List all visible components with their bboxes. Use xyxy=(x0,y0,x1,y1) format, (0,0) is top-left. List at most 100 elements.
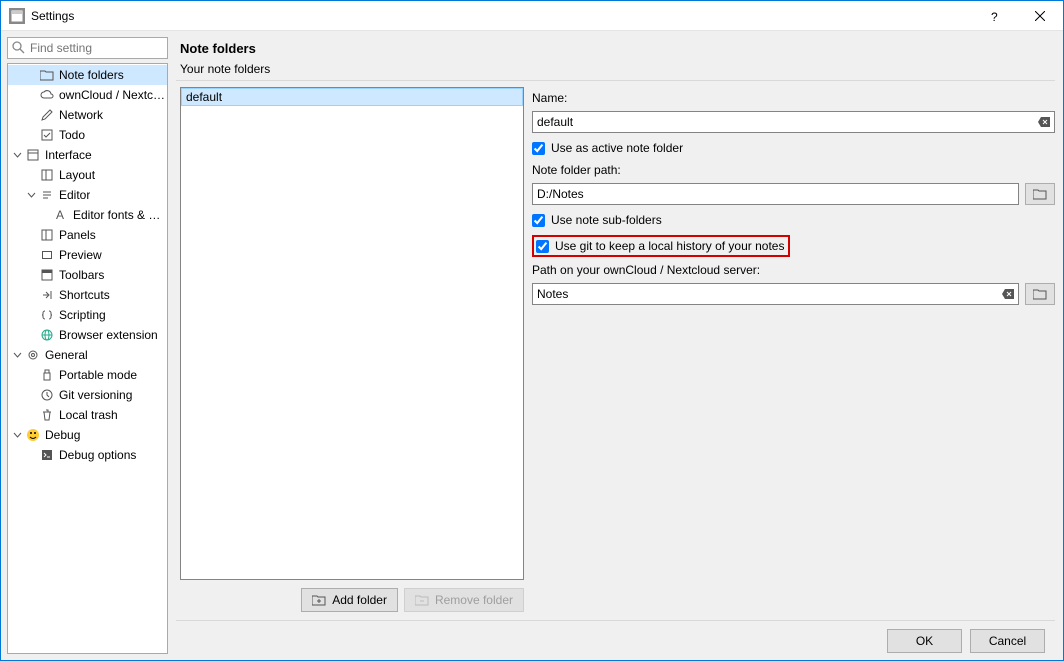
tree-twisty[interactable] xyxy=(10,148,24,162)
svg-text:?: ? xyxy=(991,10,998,23)
tree-item-trash[interactable]: Local trash xyxy=(8,405,167,425)
folder-list-item[interactable]: default xyxy=(181,88,523,106)
folder-icon xyxy=(1033,288,1047,300)
tree-twisty xyxy=(24,108,38,122)
name-input[interactable] xyxy=(532,111,1055,133)
tree-item-debug-opts[interactable]: Debug options xyxy=(8,445,167,465)
tree-item-label: Debug xyxy=(45,428,80,442)
tree-item-toolbars[interactable]: Toolbars xyxy=(8,265,167,285)
tree-item-scripting[interactable]: Scripting xyxy=(8,305,167,325)
add-folder-label: Add folder xyxy=(332,593,387,607)
tree-item-label: Debug options xyxy=(59,448,136,462)
tree-item-todo[interactable]: Todo xyxy=(8,125,167,145)
tree-item-interface[interactable]: Interface xyxy=(8,145,167,165)
tree-item-label: Toolbars xyxy=(59,268,104,282)
tree-item-browser-ext[interactable]: Browser extension xyxy=(8,325,167,345)
folder-plus-icon xyxy=(312,594,326,606)
tree-twisty xyxy=(24,168,38,182)
use-git-label: Use git to keep a local history of your … xyxy=(555,239,784,253)
settings-page: Note folders Your note folders default A… xyxy=(174,31,1063,660)
tree-item-label: Shortcuts xyxy=(59,288,110,302)
tree-twisty xyxy=(24,268,38,282)
tree-item-label: Portable mode xyxy=(59,368,137,382)
trash-icon xyxy=(39,407,55,423)
tree-item-layout[interactable]: Layout xyxy=(8,165,167,185)
tree-item-label: Interface xyxy=(45,148,92,162)
tree-item-editor[interactable]: Editor xyxy=(8,185,167,205)
cancel-button[interactable]: Cancel xyxy=(970,629,1045,653)
folder-listbox[interactable]: default xyxy=(180,87,524,580)
app-icon xyxy=(9,8,25,24)
tree-item-label: General xyxy=(45,348,88,362)
tree-item-general[interactable]: General xyxy=(8,345,167,365)
remove-folder-button: Remove folder xyxy=(404,588,524,612)
remove-folder-label: Remove folder xyxy=(435,593,513,607)
close-button[interactable] xyxy=(1017,1,1063,31)
tree-item-label: Scripting xyxy=(59,308,106,322)
tree-twisty[interactable] xyxy=(10,348,24,362)
shortcuts-icon xyxy=(39,287,55,303)
add-folder-button[interactable]: Add folder xyxy=(301,588,398,612)
todo-icon xyxy=(39,127,55,143)
tree-item-network[interactable]: Network xyxy=(8,105,167,125)
panel-icon xyxy=(39,167,55,183)
tree-item-label: ownCloud / Nextcl… xyxy=(59,88,167,102)
globe-icon xyxy=(39,327,55,343)
search-input[interactable] xyxy=(7,37,168,59)
clear-icon[interactable] xyxy=(1001,287,1015,301)
name-label: Name: xyxy=(532,91,1055,105)
use-git-highlight: Use git to keep a local history of your … xyxy=(532,235,790,257)
tree-item-portable[interactable]: Portable mode xyxy=(8,365,167,385)
preview-icon xyxy=(39,247,55,263)
browse-server-button[interactable] xyxy=(1025,283,1055,305)
server-path-input[interactable] xyxy=(532,283,1019,305)
tree-twisty xyxy=(24,88,38,102)
terminal-icon xyxy=(39,447,55,463)
toolbar-icon xyxy=(39,267,55,283)
tree-item-label: Todo xyxy=(59,128,85,142)
tree-item-label: Editor fonts & … xyxy=(73,208,160,222)
page-title: Note folders xyxy=(176,37,1055,62)
browse-path-button[interactable] xyxy=(1025,183,1055,205)
clock-icon xyxy=(39,387,55,403)
text-icon xyxy=(39,187,55,203)
tree-twisty[interactable] xyxy=(24,188,38,202)
settings-tree[interactable]: Note folders ownCloud / Nextcl… Network Tod… xyxy=(7,63,168,654)
use-active-checkbox[interactable]: Use as active note folder xyxy=(532,139,1055,157)
tree-twisty xyxy=(24,288,38,302)
tree-item-note-folders[interactable]: Note folders xyxy=(8,65,167,85)
tree-item-label: Preview xyxy=(59,248,102,262)
help-button[interactable]: ? xyxy=(971,1,1017,31)
tree-twisty xyxy=(24,68,38,82)
tree-item-label: Network xyxy=(59,108,103,122)
tree-twisty[interactable] xyxy=(10,428,24,442)
window-title: Settings xyxy=(31,9,971,23)
smile-icon xyxy=(25,427,41,443)
tree-item-debug[interactable]: Debug xyxy=(8,425,167,445)
tree-item-fonts[interactable]: A Editor fonts & … xyxy=(8,205,167,225)
gear-icon xyxy=(25,347,41,363)
tree-twisty xyxy=(24,328,38,342)
pencil-icon xyxy=(39,107,55,123)
clear-icon[interactable] xyxy=(1037,115,1051,129)
ok-button[interactable]: OK xyxy=(887,629,962,653)
panel-icon xyxy=(39,227,55,243)
tree-twisty xyxy=(24,228,38,242)
settings-sidebar: Note folders ownCloud / Nextcl… Network Tod… xyxy=(1,31,174,660)
tree-item-git[interactable]: Git versioning xyxy=(8,385,167,405)
tree-item-owncloud[interactable]: ownCloud / Nextcl… xyxy=(8,85,167,105)
tree-item-panels[interactable]: Panels xyxy=(8,225,167,245)
folder-icon xyxy=(1033,188,1047,200)
path-input[interactable] xyxy=(532,183,1019,205)
svg-text:A: A xyxy=(56,209,64,221)
tree-item-label: Local trash xyxy=(59,408,118,422)
tree-item-shortcuts[interactable]: Shortcuts xyxy=(8,285,167,305)
tree-twisty xyxy=(24,408,38,422)
use-subfolders-checkbox[interactable]: Use note sub-folders xyxy=(532,211,1055,229)
server-path-label: Path on your ownCloud / Nextcloud server… xyxy=(532,263,1055,277)
search-icon xyxy=(11,40,25,54)
tree-twisty xyxy=(24,448,38,462)
use-git-checkbox[interactable]: Use git to keep a local history of your … xyxy=(536,239,784,253)
tree-item-preview[interactable]: Preview xyxy=(8,245,167,265)
tree-item-label: Layout xyxy=(59,168,95,182)
